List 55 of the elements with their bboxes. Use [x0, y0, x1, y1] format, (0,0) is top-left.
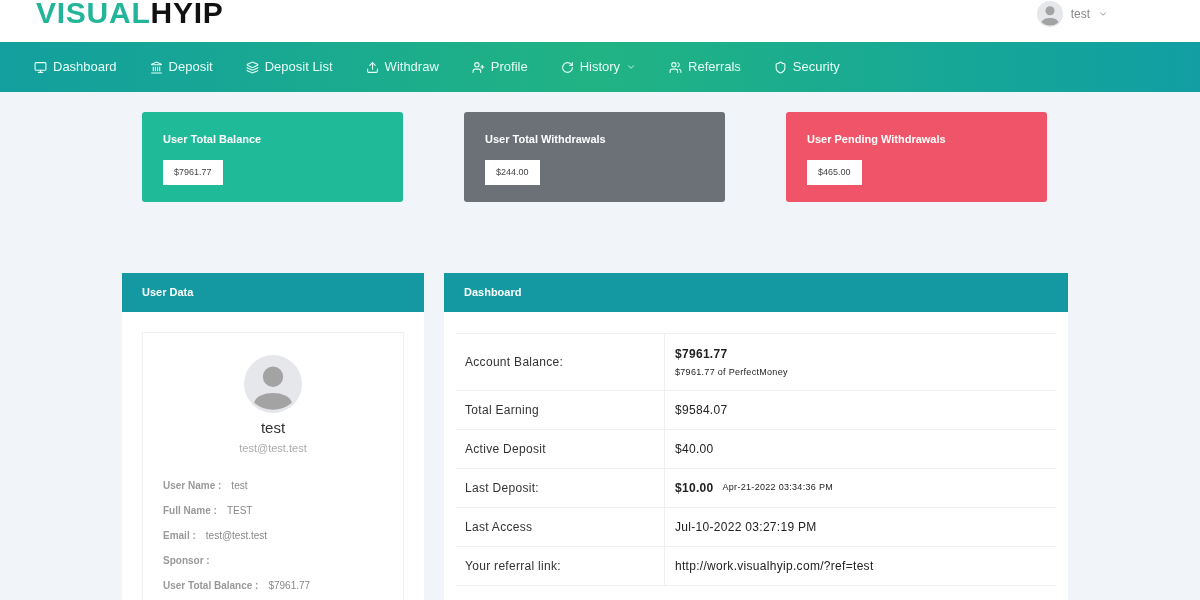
row-label: Last Access: [456, 508, 665, 546]
users-icon: [669, 60, 683, 74]
monitor-icon: [34, 60, 47, 74]
field-value: test: [231, 479, 248, 493]
nav-link[interactable]: Profile: [471, 57, 528, 77]
card-value: $465.00: [807, 159, 862, 185]
field-label: User Name :: [163, 479, 222, 493]
nav-link[interactable]: Referrals: [669, 57, 741, 77]
caret-icon: [1098, 9, 1108, 19]
field-value: test@test.test: [205, 529, 268, 543]
user-plus-icon: [471, 60, 485, 74]
shield-icon: [773, 60, 787, 74]
avatar-icon: [244, 355, 302, 413]
row-value: Jul-10-2022 03:27:19 PM: [675, 519, 817, 536]
row-note: Apr-21-2022 03:34:36 PM: [722, 481, 833, 495]
card-title: User Total Withdrawals: [485, 132, 607, 147]
profile-name: test: [259, 418, 287, 438]
upload-icon: [365, 60, 379, 74]
profile-email: test@test.test: [238, 440, 308, 456]
card-value: $7961.77: [163, 159, 223, 185]
row-value: http://work.visualhyip.com/?ref=test: [675, 558, 874, 575]
logo[interactable]: VISUALHYIP: [36, 0, 224, 26]
card-title: User Pending Withdrawals: [807, 132, 947, 147]
layers-icon: [245, 60, 259, 74]
field-label: Email :: [163, 529, 196, 543]
field-value: TEST: [226, 504, 253, 518]
bank-icon: [149, 60, 163, 74]
caret-icon: [626, 62, 637, 72]
field-label: Full Name :: [163, 504, 217, 518]
row-note: $7961.77 of PerfectMoney: [675, 365, 788, 379]
field-label: User Total Balance :: [163, 579, 259, 593]
row-value: $7961.77: [675, 345, 729, 363]
row-label: Active Deposit: [456, 430, 665, 468]
refresh-icon: [560, 60, 574, 74]
nav-link[interactable]: Deposit: [149, 57, 213, 77]
nav-link[interactable]: Deposit List: [245, 57, 333, 77]
avatar-icon: [1036, 1, 1063, 27]
panel-header: User Data: [122, 273, 424, 312]
row-value: $9584.07: [675, 402, 728, 419]
row-label: Account Balance:: [456, 334, 665, 390]
card-value: $244.00: [485, 159, 540, 185]
nav-link[interactable]: Withdraw: [365, 57, 439, 77]
field-label: Sponsor :: [163, 554, 210, 568]
row-value: $40.00: [675, 441, 714, 458]
field-value: $7961.77: [268, 579, 311, 593]
row-label: Total Earning: [456, 391, 665, 429]
nav-link[interactable]: History: [560, 57, 637, 77]
nav-link[interactable]: Security: [773, 57, 840, 77]
row-value: $10.00: [675, 480, 714, 497]
row-label: Your referral link:: [456, 547, 665, 585]
nav-link[interactable]: Dashboard: [34, 57, 117, 77]
card-title: User Total Balance: [163, 132, 263, 147]
row-label: Last Deposit:: [456, 469, 665, 507]
panel-header: Dashboard: [444, 273, 1068, 312]
user-menu[interactable]: test: [1036, 1, 1108, 27]
